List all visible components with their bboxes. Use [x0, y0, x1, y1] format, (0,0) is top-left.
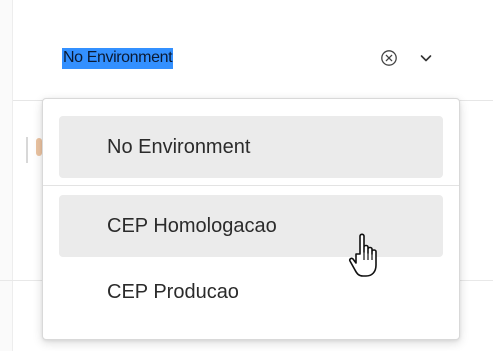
chevron-down-icon[interactable]: [418, 50, 434, 66]
dropdown-item-no-environment[interactable]: No Environment: [59, 116, 443, 178]
environment-selector-value[interactable]: No Environment: [62, 48, 174, 69]
dropdown-item-label: CEP Homologacao: [107, 214, 277, 237]
dropdown-divider: [43, 185, 459, 186]
circle-x-icon[interactable]: [380, 49, 398, 67]
dropdown-item-label: CEP Producao: [107, 280, 239, 303]
hand-pointer-icon: [346, 232, 386, 284]
dropdown-item-label: No Environment: [107, 135, 251, 158]
left-edge-panel: [0, 0, 13, 351]
environment-dropdown: No Environment CEP Homologacao CEP Produ…: [42, 98, 460, 340]
environment-selector[interactable]: No Environment: [46, 34, 456, 84]
background-divider: [26, 137, 28, 163]
